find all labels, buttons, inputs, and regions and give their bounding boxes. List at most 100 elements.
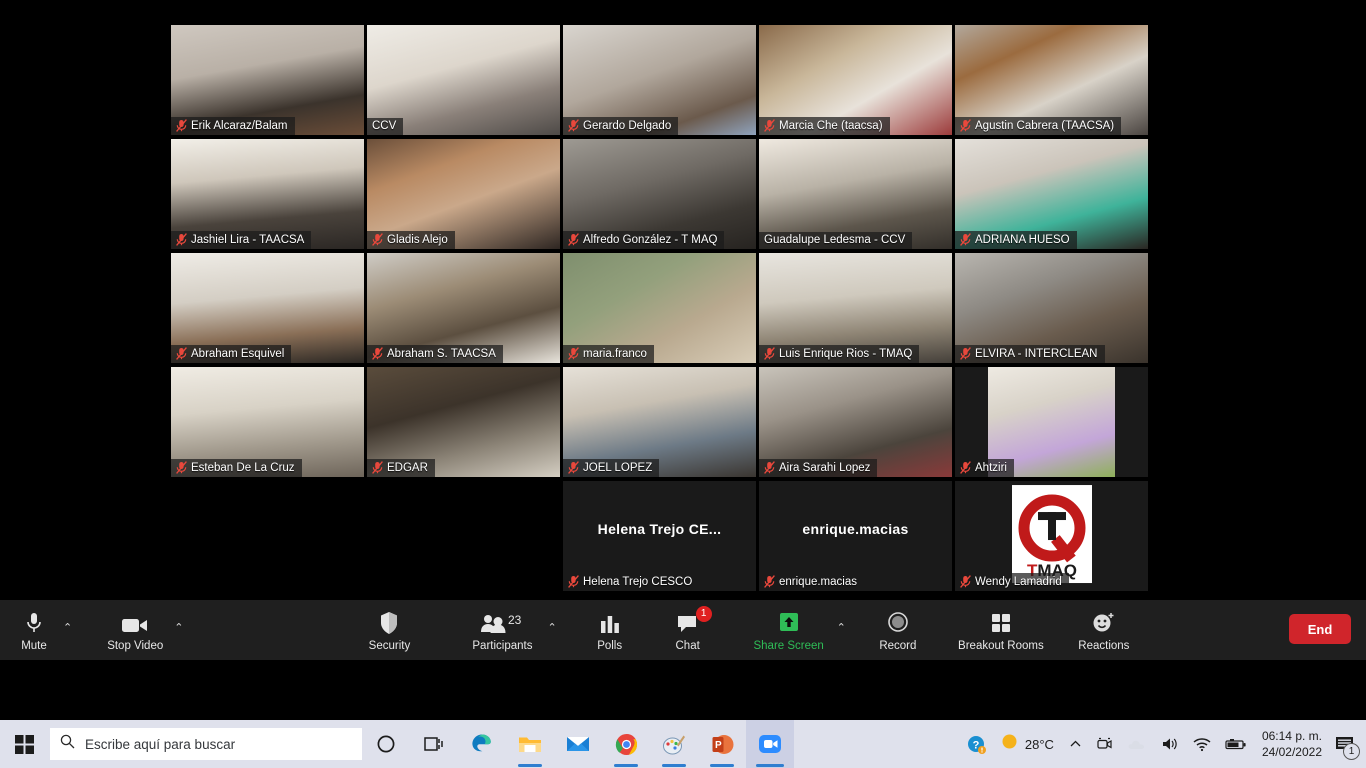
participant-name-label: Agustin Cabrera (TAACSA) bbox=[975, 119, 1115, 132]
participant-name-label: ELVIRA - INTERCLEAN bbox=[975, 347, 1098, 360]
security-button[interactable]: Security bbox=[356, 600, 422, 660]
participant-name-label: ADRIANA HUESO bbox=[975, 233, 1070, 246]
share-screen-button[interactable]: Share Screen bbox=[744, 600, 834, 660]
participant-avatar-logo: TMAQ bbox=[1011, 485, 1092, 584]
record-button[interactable]: Record bbox=[867, 600, 929, 660]
show-hidden-icons-chevron-icon[interactable] bbox=[1062, 720, 1089, 768]
share-screen-icon bbox=[776, 609, 802, 635]
participant-tile[interactable]: Gladis Alejo bbox=[367, 139, 560, 249]
search-placeholder-text: Escribe aquí para buscar bbox=[85, 736, 236, 752]
help-support-icon[interactable]: ? bbox=[960, 720, 993, 768]
participant-name-label: Abraham Esquivel bbox=[191, 347, 285, 360]
search-icon bbox=[60, 734, 75, 754]
end-meeting-button[interactable]: End bbox=[1289, 614, 1351, 644]
taskbar-search-box[interactable]: Escribe aquí para buscar bbox=[50, 728, 362, 760]
participant-name-label: Wendy Lamadrid bbox=[975, 575, 1062, 588]
participant-tile[interactable]: enrique.macias enrique.macias bbox=[759, 481, 952, 591]
breakout-rooms-button[interactable]: Breakout Rooms bbox=[947, 600, 1055, 660]
participant-nameplate: Helena Trejo CESCO bbox=[563, 573, 700, 591]
participant-tile[interactable]: Alfredo González - T MAQ bbox=[563, 139, 756, 249]
participant-tile[interactable]: Abraham Esquivel bbox=[171, 253, 364, 363]
participant-tile[interactable]: Aira Sarahi Lopez bbox=[759, 367, 952, 477]
onedrive-cloud-icon[interactable] bbox=[1120, 720, 1154, 768]
microphone-icon bbox=[25, 609, 43, 635]
notification-center-button[interactable]: 1 bbox=[1330, 720, 1366, 768]
participant-nameplate: Guadalupe Ledesma - CCV bbox=[759, 232, 913, 249]
sun-icon bbox=[1001, 733, 1018, 755]
participants-label: Participants bbox=[472, 639, 533, 652]
participant-tile[interactable]: Abraham S. TAACSA bbox=[367, 253, 560, 363]
taskbar-edge-icon[interactable] bbox=[458, 720, 506, 768]
taskbar-powerpoint-icon[interactable]: P bbox=[698, 720, 746, 768]
participant-tile[interactable]: EDGAR bbox=[367, 367, 560, 477]
audio-options-chevron-icon[interactable]: ⌃ bbox=[60, 623, 75, 634]
participant-tile[interactable]: Jashiel Lira - TAACSA bbox=[171, 139, 364, 249]
participant-tile[interactable]: maria.franco bbox=[563, 253, 756, 363]
share-options-chevron-icon[interactable]: ⌃ bbox=[834, 623, 849, 634]
muted-microphone-icon bbox=[176, 119, 187, 132]
participant-nameplate: Ahtziri bbox=[955, 459, 1014, 477]
taskbar-paint-icon[interactable] bbox=[650, 720, 698, 768]
muted-microphone-icon bbox=[176, 347, 187, 360]
participant-name-label: CCV bbox=[372, 120, 397, 132]
participant-tile[interactable]: Ahtziri bbox=[955, 367, 1148, 477]
battery-icon[interactable] bbox=[1218, 720, 1254, 768]
tray-camera-icon[interactable] bbox=[1089, 720, 1120, 768]
participant-tile[interactable]: Esteban De La Cruz bbox=[171, 367, 364, 477]
camera-icon bbox=[121, 609, 149, 635]
participant-name-label: Ahtziri bbox=[975, 461, 1007, 474]
polls-button[interactable]: Polls bbox=[582, 600, 638, 660]
participant-name-label: Abraham S. TAACSA bbox=[387, 347, 496, 360]
taskbar-zoom-icon[interactable] bbox=[746, 720, 794, 768]
volume-icon[interactable] bbox=[1154, 720, 1186, 768]
taskbar-weather-widget[interactable]: 28°C bbox=[993, 733, 1062, 755]
wifi-icon[interactable] bbox=[1186, 720, 1218, 768]
participant-tile[interactable]: Marcia Che (taacsa) bbox=[759, 25, 952, 135]
windows-taskbar: Escribe aquí para buscar P ? 28°C 06:14 … bbox=[0, 720, 1366, 768]
gallery-row: Erik Alcaraz/Balam CCV Gerardo Delgado Marc… bbox=[171, 25, 1148, 135]
taskbar-file-explorer-icon[interactable] bbox=[506, 720, 554, 768]
svg-text:P: P bbox=[715, 740, 722, 751]
zoom-meeting-window: Erik Alcaraz/Balam CCV Gerardo Delgado Marc… bbox=[0, 0, 1366, 768]
clock-time: 06:14 p. m. bbox=[1261, 728, 1322, 743]
record-label: Record bbox=[879, 639, 917, 652]
participant-nameplate: Marcia Che (taacsa) bbox=[759, 117, 890, 135]
participant-tile[interactable]: Helena Trejo CE... Helena Trejo CESCO bbox=[563, 481, 756, 591]
participant-nameplate: Esteban De La Cruz bbox=[171, 459, 302, 477]
taskbar-task-view-icon[interactable] bbox=[410, 720, 458, 768]
participant-tile[interactable]: CCV bbox=[367, 25, 560, 135]
taskbar-mail-icon[interactable] bbox=[554, 720, 602, 768]
participant-nameplate: EDGAR bbox=[367, 459, 435, 477]
participant-tile[interactable]: JOEL LOPEZ bbox=[563, 367, 756, 477]
participant-tile[interactable]: ELVIRA - INTERCLEAN bbox=[955, 253, 1148, 363]
participant-tile[interactable]: Guadalupe Ledesma - CCV bbox=[759, 139, 952, 249]
participant-tile[interactable]: Agustin Cabrera (TAACSA) bbox=[955, 25, 1148, 135]
participant-name-label: enrique.macias bbox=[779, 575, 857, 588]
muted-microphone-icon bbox=[764, 119, 775, 132]
participant-tile[interactable]: Luis Enrique Rios - TMAQ bbox=[759, 253, 952, 363]
taskbar-cortana-icon[interactable] bbox=[362, 720, 410, 768]
muted-microphone-icon bbox=[372, 347, 383, 360]
video-options-chevron-icon[interactable]: ⌃ bbox=[171, 623, 186, 634]
participant-tile[interactable]: Gerardo Delgado bbox=[563, 25, 756, 135]
participant-tile[interactable]: ADRIANA HUESO bbox=[955, 139, 1148, 249]
record-icon bbox=[886, 609, 910, 635]
taskbar-chrome-icon[interactable] bbox=[602, 720, 650, 768]
reactions-button[interactable]: Reactions bbox=[1065, 600, 1143, 660]
share-screen-label: Share Screen bbox=[753, 639, 824, 652]
participant-tile[interactable]: TMAQ Wendy Lamadrid bbox=[955, 481, 1148, 591]
participants-button[interactable]: 23 Participants bbox=[460, 600, 544, 660]
start-button[interactable] bbox=[0, 720, 48, 768]
chat-button[interactable]: 1 Chat bbox=[660, 600, 716, 660]
participant-nameplate: enrique.macias bbox=[759, 573, 864, 591]
participant-nameplate: Wendy Lamadrid bbox=[955, 573, 1069, 591]
stop-video-button[interactable]: Stop Video bbox=[99, 600, 171, 660]
taskbar-clock[interactable]: 06:14 p. m. 24/02/2022 bbox=[1254, 720, 1330, 768]
shield-icon bbox=[379, 609, 399, 635]
participant-name-label: maria.franco bbox=[583, 347, 647, 360]
participants-options-chevron-icon[interactable]: ⌃ bbox=[544, 623, 559, 634]
mute-button[interactable]: Mute bbox=[8, 600, 60, 660]
participant-tile[interactable]: Erik Alcaraz/Balam bbox=[171, 25, 364, 135]
muted-microphone-icon bbox=[372, 461, 383, 474]
participant-nameplate: Abraham S. TAACSA bbox=[367, 345, 503, 363]
